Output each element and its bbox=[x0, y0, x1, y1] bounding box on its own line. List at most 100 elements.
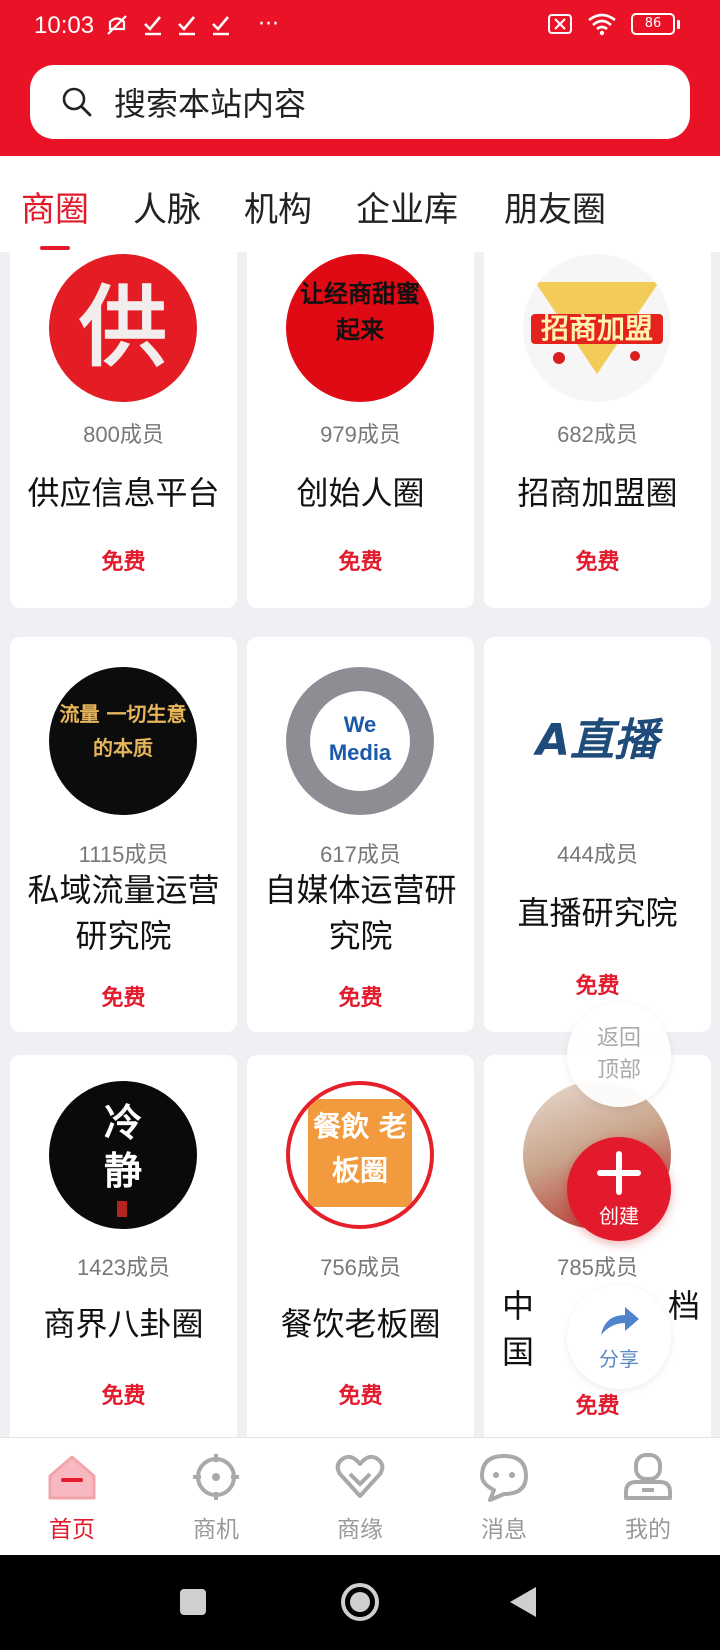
circle-card[interactable]: 招商加盟 682成员 招商加盟圈 免费 bbox=[484, 252, 711, 608]
check-icon bbox=[178, 16, 195, 36]
status-bar: 10:03 ··· 86 bbox=[0, 0, 720, 56]
back-to-top-label: 返回 bbox=[596, 1026, 641, 1051]
circle-name: 私域流量运营研究院 bbox=[27, 871, 220, 955]
circle-grid: 供 800成员 供应信息平台 免费 让经商甜蜜起来 979成员 创始人圈 免费 … bbox=[0, 252, 720, 1437]
nav-connections[interactable]: 商缘 bbox=[300, 1452, 420, 1544]
circle-name: 招商加盟圈 bbox=[517, 474, 678, 512]
back-to-top-label-2: 顶部 bbox=[596, 1058, 641, 1083]
member-count: 1423成员 bbox=[77, 1255, 170, 1280]
circle-avatar: 供 bbox=[49, 254, 197, 402]
circle-avatar: 流量 一切生意的本质 bbox=[49, 667, 197, 815]
share-button[interactable]: 分享 bbox=[567, 1285, 671, 1389]
nav-business-label: 商机 bbox=[193, 1517, 239, 1543]
tab-renmai[interactable]: 人脉 bbox=[133, 182, 201, 231]
nav-home[interactable]: 首页 bbox=[12, 1452, 132, 1544]
svg-text:供: 供 bbox=[79, 275, 167, 379]
no-sim-icon bbox=[548, 14, 572, 34]
heart-icon bbox=[335, 1454, 385, 1498]
price-badge: 免费 bbox=[338, 1384, 383, 1409]
home-circle-icon[interactable] bbox=[340, 1582, 380, 1622]
search-icon bbox=[34, 85, 94, 119]
nav-home-label: 首页 bbox=[49, 1517, 95, 1543]
circle-card[interactable]: 流量 一切生意的本质 1115成员 私域流量运营研究院 免费 bbox=[10, 637, 237, 1032]
nav-mine[interactable]: 我的 bbox=[588, 1452, 708, 1544]
circle-name: 自媒体运营研究院 bbox=[264, 871, 457, 955]
tab-shangquan[interactable]: 商圈 bbox=[21, 182, 89, 231]
app-header: 10:03 ··· 86 搜索本站内容 bbox=[0, 0, 720, 156]
nav-business[interactable]: 商机 bbox=[156, 1452, 276, 1544]
nav-connections-label: 商缘 bbox=[337, 1517, 383, 1543]
back-icon[interactable] bbox=[508, 1585, 538, 1619]
price-badge: 免费 bbox=[101, 1384, 146, 1409]
svg-text:A直播: A直播 bbox=[533, 715, 664, 766]
bottom-navigation: 首页 商机 商缘 消息 我的 bbox=[0, 1437, 720, 1555]
circle-name: 创始人圈 bbox=[296, 474, 425, 512]
member-count: 682成员 bbox=[557, 422, 638, 447]
tab-qiyeku[interactable]: 企业库 bbox=[356, 182, 458, 231]
circle-avatar: 招商加盟 bbox=[523, 254, 671, 402]
plus-icon bbox=[597, 1150, 641, 1195]
home-icon bbox=[48, 1455, 96, 1500]
chat-icon bbox=[480, 1454, 528, 1502]
nav-messages-label: 消息 bbox=[481, 1517, 527, 1543]
circle-name-tail: 档 bbox=[668, 1287, 701, 1325]
price-badge: 免费 bbox=[101, 550, 146, 575]
more-icon: ··· bbox=[258, 12, 279, 37]
recent-apps-icon[interactable] bbox=[178, 1587, 208, 1617]
circle-avatar: 让经商甜蜜起来 bbox=[286, 254, 434, 402]
member-count: 756成员 bbox=[320, 1255, 401, 1280]
price-badge: 免费 bbox=[338, 986, 383, 1011]
mute-icon bbox=[107, 15, 127, 35]
search-placeholder: 搜索本站内容 bbox=[114, 85, 307, 123]
svg-text:招商加盟: 招商加盟 bbox=[541, 312, 653, 345]
search-input[interactable]: 搜索本站内容 bbox=[30, 65, 690, 139]
circle-name: 直播研究院 bbox=[517, 894, 678, 932]
circle-name: 餐饮老板圈 bbox=[280, 1305, 441, 1343]
system-navigation-bar bbox=[0, 1555, 720, 1650]
back-to-top-button[interactable]: 返回 顶部 bbox=[567, 1003, 671, 1107]
member-count: 785成员 bbox=[557, 1255, 638, 1280]
category-tabs: 商圈 人脉 机构 企业库 朋友圈 bbox=[0, 156, 720, 252]
circle-card[interactable]: 餐飲 老板圈 756成员 餐饮老板圈 免费 bbox=[247, 1055, 474, 1437]
price-badge: 免费 bbox=[575, 1394, 620, 1419]
status-time: 10:03 bbox=[34, 12, 95, 39]
circle-name: 供应信息平台 bbox=[27, 474, 220, 512]
circle-name: 中国 bbox=[502, 1287, 535, 1371]
member-count: 800成员 bbox=[83, 422, 164, 447]
active-tab-indicator bbox=[40, 246, 70, 250]
battery-level: 86 bbox=[631, 13, 675, 35]
nav-mine-label: 我的 bbox=[625, 1517, 671, 1543]
circle-card[interactable]: 冷静 1423成员 商界八卦圈 免费 bbox=[10, 1055, 237, 1437]
battery-icon: 86 bbox=[631, 13, 680, 35]
member-count: 444成员 bbox=[557, 842, 638, 867]
create-button[interactable]: 创建 bbox=[567, 1137, 671, 1241]
circle-avatar: A直播 bbox=[523, 667, 671, 815]
wifi-icon bbox=[588, 13, 616, 36]
check-icon bbox=[144, 16, 161, 36]
circle-card[interactable]: 让经商甜蜜起来 979成员 创始人圈 免费 bbox=[247, 252, 474, 608]
check-icon bbox=[212, 16, 229, 36]
tab-pengyouquan[interactable]: 朋友圈 bbox=[504, 182, 606, 231]
system-status-icons: 86 bbox=[547, 12, 680, 36]
circle-avatar: We Media bbox=[286, 667, 434, 815]
circle-avatar: 餐飲 老板圈 bbox=[286, 1081, 434, 1229]
share-label: 分享 bbox=[599, 1346, 639, 1371]
member-count: 617成员 bbox=[320, 842, 401, 867]
price-badge: 免费 bbox=[575, 974, 620, 999]
circle-avatar: 冷静 bbox=[49, 1081, 197, 1229]
target-icon bbox=[193, 1454, 239, 1500]
circle-card[interactable]: We Media 617成员 自媒体运营研究院 免费 bbox=[247, 637, 474, 1032]
price-badge: 免费 bbox=[101, 986, 146, 1011]
tab-jigou[interactable]: 机构 bbox=[244, 182, 312, 231]
user-icon bbox=[624, 1453, 672, 1500]
price-badge: 免费 bbox=[338, 550, 383, 575]
circle-card[interactable]: 供 800成员 供应信息平台 免费 bbox=[10, 252, 237, 608]
create-label: 创建 bbox=[599, 1203, 639, 1228]
member-count: 1115成员 bbox=[78, 842, 169, 867]
price-badge: 免费 bbox=[575, 550, 620, 575]
notification-icons: ··· bbox=[104, 12, 279, 38]
member-count: 979成员 bbox=[320, 422, 401, 447]
circle-name: 商界八卦圈 bbox=[43, 1305, 204, 1343]
circle-card[interactable]: A直播 444成员 直播研究院 免费 bbox=[484, 637, 711, 1032]
nav-messages[interactable]: 消息 bbox=[444, 1452, 564, 1544]
